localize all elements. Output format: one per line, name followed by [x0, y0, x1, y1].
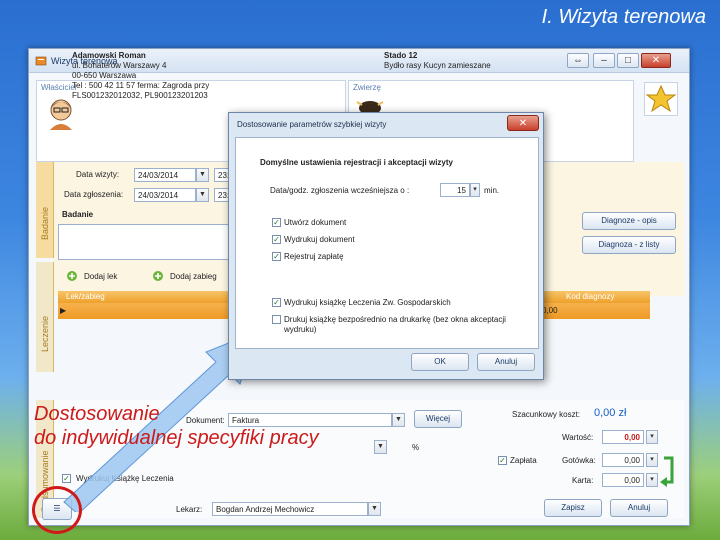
- tab-leczenie-label: Leczenie: [40, 315, 50, 352]
- more-button[interactable]: Więcej: [414, 410, 462, 428]
- exam-label: Badanie: [62, 210, 94, 219]
- document-dropdown[interactable]: ▼: [392, 413, 405, 427]
- print-document-label: Wydrukuj dokument: [284, 235, 355, 244]
- owner-address-line: ul. Bohaterów Warszawy 4: [72, 61, 167, 70]
- owner-address-line: 00-650 Warszawa: [72, 71, 137, 80]
- slide-title: I. Wizyta terenowa: [541, 6, 706, 28]
- tab-badanie[interactable]: Badanie: [36, 162, 54, 258]
- dialog-footer: OK Anuluj: [235, 351, 539, 377]
- row-pointer-icon: ▶: [60, 306, 67, 315]
- animal-name: Stado 12: [384, 51, 418, 60]
- owner-name: Adamowski Roman: [72, 51, 146, 60]
- register-payment-label: Rejestruj zapłatę: [284, 252, 344, 261]
- card-spinner[interactable]: ▾: [646, 473, 658, 487]
- dialog-title: Dostosowanie parametrów szybkiej wizyty: [237, 120, 387, 129]
- value-label: Wartość:: [562, 433, 594, 442]
- save-button[interactable]: Zapisz: [544, 499, 602, 517]
- dialog-ok-button[interactable]: OK: [411, 353, 469, 371]
- add-drug-button[interactable]: Dodaj lek: [84, 272, 117, 281]
- report-date-dropdown[interactable]: ▼: [196, 188, 209, 202]
- paid-label: Zapłata: [510, 456, 537, 465]
- report-date-label: Data zgłoszenia:: [64, 190, 124, 199]
- dialog-heading: Domyślne ustawienia rejestracji i akcept…: [260, 158, 453, 167]
- cash-label: Gotówka:: [562, 456, 596, 465]
- owner-details: Adamowski Roman ul. Bohaterów Warszawy 4…: [72, 51, 209, 101]
- report-date-field[interactable]: 24/03/2014: [134, 188, 196, 202]
- cash-spinner[interactable]: ▾: [646, 453, 658, 467]
- direct-print-checkbox[interactable]: [272, 315, 281, 324]
- minimize-button[interactable]: –: [593, 53, 615, 68]
- animal-details: Stado 12 Bydło rasy Kucyn zamieszane: [384, 51, 491, 71]
- print-treatment-book-checkbox[interactable]: ✓: [272, 298, 281, 307]
- animal-header: Zwierzę: [353, 83, 382, 92]
- cash-field[interactable]: 0,00: [602, 453, 644, 467]
- offset-unit: min.: [484, 186, 500, 195]
- animal-description: Bydło rasy Kucyn zamieszane: [384, 61, 491, 70]
- restore-button[interactable]: ⇔: [567, 53, 589, 68]
- favorite-star-button[interactable]: [644, 82, 678, 116]
- grid-col-treatment: Lek/zabieg: [66, 292, 105, 301]
- visit-date-dropdown[interactable]: ▼: [196, 168, 209, 182]
- card-label: Karta:: [572, 476, 594, 485]
- register-payment-checkbox[interactable]: ✓: [272, 252, 281, 261]
- annotation-line-1: Dostosowanie: [34, 403, 160, 425]
- dialog-body: Domyślne ustawienia rejestracji i akcept…: [235, 137, 539, 349]
- create-document-label: Utwórz dokument: [284, 218, 347, 227]
- owner-avatar-icon: [50, 99, 72, 130]
- visit-date-label: Data wizyty:: [76, 170, 120, 179]
- close-button[interactable]: ✕: [641, 53, 671, 68]
- diagnosis-list-button[interactable]: Diagnoza - z listy: [582, 236, 676, 254]
- quick-visit-settings-dialog: Dostosowanie parametrów szybkiej wizyty …: [228, 112, 544, 380]
- percent-dropdown[interactable]: ▼: [374, 440, 387, 454]
- doctor-dropdown[interactable]: ▼: [368, 502, 381, 516]
- offset-label: Data/godz. zgłoszenia wcześniejsza o :: [270, 186, 410, 195]
- card-field[interactable]: 0,00: [602, 473, 644, 487]
- create-document-checkbox[interactable]: ✓: [272, 218, 281, 227]
- visit-date-field[interactable]: 24/03/2014: [134, 168, 196, 182]
- annotation-text: Dostosowanie do indywidualnej specyfiki …: [34, 402, 319, 450]
- offset-field[interactable]: 15: [440, 183, 470, 197]
- owner-id-line: FLS001232012032, PL900123201203: [72, 91, 208, 100]
- diagnosis-description-button[interactable]: Diagnoze - opis: [582, 212, 676, 230]
- highlight-ring: [32, 486, 82, 534]
- add-drug-icon: [67, 271, 77, 281]
- add-procedure-icon: [153, 271, 163, 281]
- offset-spinner[interactable]: ▾: [470, 183, 480, 197]
- owner-phone-line: Tel : 500 42 11 57 ferma: Zagroda przy: [72, 81, 210, 90]
- estimated-cost-value: 0,00 zł: [594, 407, 627, 419]
- estimated-cost-label: Szacunkowy koszt:: [512, 410, 581, 419]
- value-spinner[interactable]: ▾: [646, 430, 658, 444]
- value-field[interactable]: 0,00: [602, 430, 644, 444]
- transfer-arrow-icon[interactable]: [660, 454, 678, 488]
- annotation-line-2: do indywidualnej specyfiki pracy: [34, 427, 319, 449]
- app-icon: [35, 56, 47, 66]
- cancel-button[interactable]: Anuluj: [610, 499, 668, 517]
- grid-col-diagnosis-code: Kod diagnozy: [566, 292, 615, 301]
- paid-checkbox[interactable]: ✓: [498, 456, 507, 465]
- print-treatment-book-label: Wydrukuj książkę Leczenia Zw. Gospodarsk…: [284, 298, 451, 307]
- tab-badanie-label: Badanie: [40, 206, 50, 240]
- star-icon: [645, 84, 677, 113]
- direct-print-label: Drukuj książkę bezpośrednio na drukarkę …: [284, 315, 506, 334]
- percent-label: %: [412, 443, 420, 452]
- dialog-close-button[interactable]: ✕: [507, 115, 539, 131]
- maximize-button[interactable]: □: [617, 53, 639, 68]
- tab-leczenie[interactable]: Leczenie: [36, 262, 54, 372]
- grid-row-value: 0,00: [542, 306, 558, 315]
- print-document-checkbox[interactable]: ✓: [272, 235, 281, 244]
- dialog-cancel-button[interactable]: Anuluj: [477, 353, 535, 371]
- exam-textarea[interactable]: [58, 224, 230, 260]
- add-procedure-button[interactable]: Dodaj zabieg: [170, 272, 217, 281]
